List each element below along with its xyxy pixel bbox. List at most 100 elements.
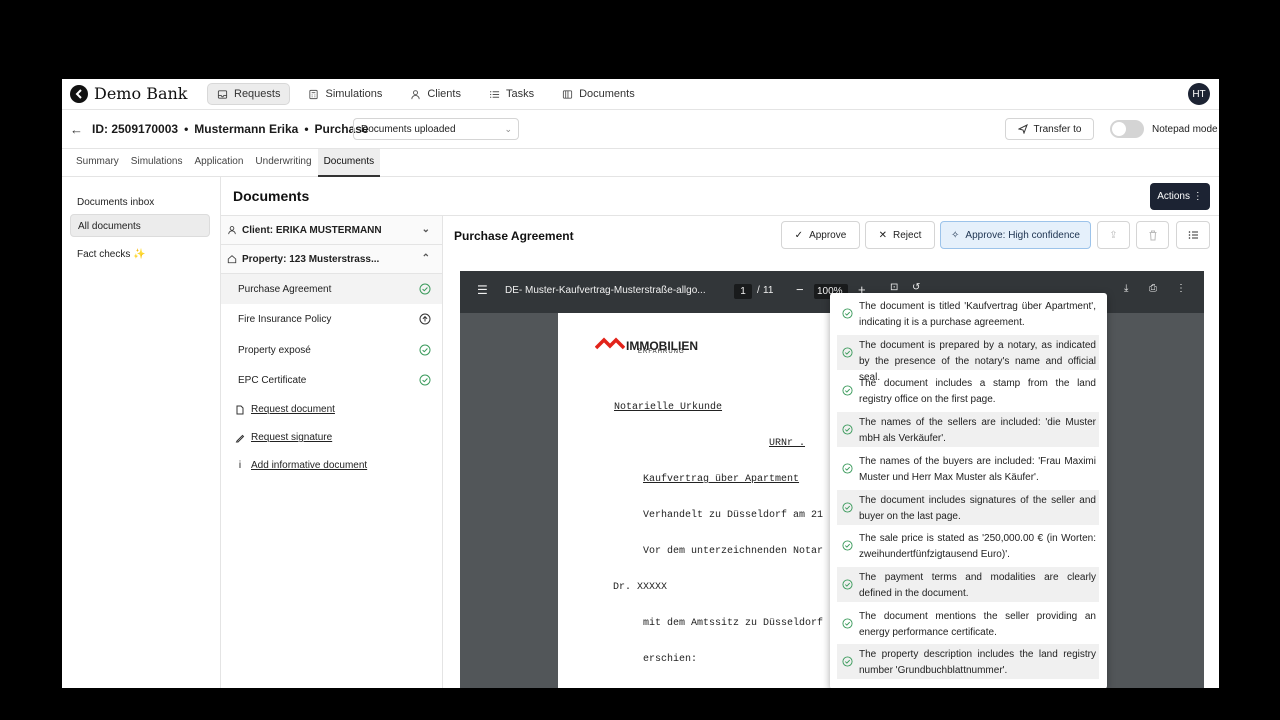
doc-row-epc-certificate[interactable]: EPC Certificate (221, 365, 442, 395)
doc-row-property-expose[interactable]: Property exposé (221, 335, 442, 365)
fact-check-item: The document is titled 'Kaufvertrag über… (837, 296, 1099, 331)
fit-page-icon[interactable]: ⊡ (890, 282, 898, 293)
logo-icon (70, 84, 88, 103)
fact-check-item: The names of the buyers are included: 'F… (837, 451, 1099, 486)
doc-row-fire-insurance[interactable]: Fire Insurance Policy (221, 304, 442, 334)
doc-name: Property exposé (238, 344, 311, 356)
upload-circle-icon (419, 313, 431, 325)
more-icon[interactable]: ⋮ (1176, 283, 1186, 294)
upload-button[interactable]: ⇪ (1097, 221, 1130, 249)
check-circle-icon (842, 385, 853, 396)
delete-button[interactable] (1136, 221, 1169, 249)
fact-check-item: The payment terms and modalities are cle… (837, 566, 1099, 602)
fact-check-item: The names of the sellers are included: '… (837, 412, 1099, 448)
fact-check-item: The document mentions the seller providi… (837, 606, 1099, 641)
property-group-row[interactable]: Property: 123 Musterstrass... ⌃ (221, 245, 442, 274)
pdf-page: IMMOBILIEN ERFAHRUNG Notarielle Urkunde … (558, 313, 858, 688)
back-arrow-icon[interactable]: ← (70, 122, 83, 137)
inbox-icon (217, 89, 228, 99)
check-icon: ✓ (794, 229, 804, 241)
tab-summary[interactable]: Summary (70, 149, 125, 177)
separator: • (184, 122, 189, 136)
tab-underwriting[interactable]: Underwriting (249, 149, 317, 177)
approve-high-confidence-button[interactable]: ✧ Approve: High confidence (940, 221, 1091, 249)
upload-icon: ⇪ (1109, 229, 1118, 241)
fact-check-item: The document includes signatures of the … (837, 489, 1099, 525)
notepad-toggle[interactable] (1110, 120, 1144, 138)
rotate-icon[interactable]: ↺ (912, 282, 920, 293)
tab-application[interactable]: Application (189, 149, 250, 177)
check-circle-icon (842, 347, 853, 358)
separator: • (304, 122, 309, 136)
request-header: ← ID: 2509170003 • Mustermann Erika • Pu… (62, 110, 1219, 149)
tab-documents[interactable]: Documents (317, 149, 381, 177)
check-circle-icon (842, 424, 853, 435)
fact-check-text: The sale price is stated as '250,000.00 … (859, 533, 1096, 561)
page-number-input[interactable]: 1 (734, 284, 752, 299)
trash-icon (1149, 230, 1156, 240)
print-icon[interactable]: ⎙ (1149, 283, 1157, 294)
transfer-button[interactable]: Transfer to (1005, 118, 1094, 140)
nav-clients[interactable]: Clients (400, 83, 471, 105)
nav-simulations[interactable]: Simulations (298, 83, 392, 105)
pdf-line: mit dem Amtssitz zu Düsseldorf (643, 618, 824, 629)
check-circle-icon (842, 656, 853, 667)
approve-hc-label: Approve: High confidence (965, 229, 1080, 241)
status-select[interactable]: Documents uploaded ⌄ (353, 118, 519, 140)
approve-button[interactable]: ✓ Approve (781, 221, 860, 249)
user-icon (228, 226, 236, 235)
brand-logo[interactable]: Demo Bank (70, 84, 187, 103)
request-signature-link[interactable]: Request signature (235, 432, 332, 443)
doc-name: EPC Certificate (238, 374, 307, 386)
nav-tasks[interactable]: Tasks (479, 83, 544, 105)
doc-row-purchase-agreement[interactable]: Purchase Agreement (221, 274, 442, 304)
fact-check-text: The document mentions the seller providi… (859, 610, 1096, 638)
zoom-out-icon[interactable]: − (796, 282, 804, 297)
tab-simulations[interactable]: Simulations (125, 149, 189, 177)
check-circle-icon (842, 463, 853, 474)
page-total: 11 (763, 285, 774, 296)
check-circle-icon (842, 540, 853, 551)
request-document-link[interactable]: Request document (235, 404, 335, 415)
checklist-button[interactable] (1176, 221, 1210, 249)
top-navigation: Demo Bank Requests Simulations Clients T… (62, 79, 1219, 110)
fact-check-item: The property description includes the la… (837, 644, 1099, 680)
fact-checks-popover: The document is titled 'Kaufvertrag über… (830, 293, 1107, 688)
nav-requests[interactable]: Requests (207, 83, 291, 105)
check-circle-icon (419, 344, 431, 356)
nav-label: Simulations (325, 88, 383, 100)
fact-check-text: The document includes signatures of the … (859, 494, 1096, 522)
chevron-up-icon: ⌃ (421, 253, 430, 264)
check-circle-icon (419, 374, 431, 386)
document-icon (236, 405, 244, 414)
fact-check-item: The sale price is stated as '250,000.00 … (837, 528, 1099, 563)
user-avatar[interactable]: HT (1188, 83, 1210, 105)
folder-icon (563, 89, 573, 99)
check-circle-icon (842, 308, 853, 319)
chevron-down-icon: ⌄ (504, 124, 512, 134)
actions-button[interactable]: Actions ⋮ (1150, 183, 1210, 210)
transfer-label: Transfer to (1033, 123, 1082, 135)
app-window: Demo Bank Requests Simulations Clients T… (62, 79, 1219, 688)
pdf-line: Verhandelt zu Düsseldorf am 21 (643, 510, 824, 521)
sidebar-item-inbox[interactable]: Documents inbox (70, 191, 210, 214)
page-title: Documents (233, 188, 310, 204)
sidebar-item-fact-checks[interactable]: Fact checks ✨ (70, 243, 210, 266)
add-informative-document-link[interactable]: i Add informative document (235, 460, 367, 471)
check-circle-icon (842, 501, 853, 513)
nav-documents[interactable]: Documents (552, 83, 645, 105)
pdf-line: Dr. XXXXX (613, 582, 668, 593)
notepad-label: Notepad mode (1152, 124, 1218, 135)
link-label: Request signature (251, 432, 333, 443)
check-circle-icon (419, 283, 431, 295)
client-name: Mustermann Erika (194, 122, 299, 136)
sidebar-item-all-documents[interactable]: All documents (70, 214, 210, 237)
property-group-label: Property: 123 Musterstrass... (242, 253, 380, 265)
nav-label: Documents (579, 88, 635, 100)
fact-check-text: The payment terms and modalities are cle… (859, 571, 1096, 599)
client-group-row[interactable]: Client: ERIKA MUSTERMANN ⌄ (221, 216, 442, 245)
menu-icon[interactable]: ☰ (477, 283, 488, 297)
pdf-filename: DE- Muster-Kaufvertrag-Musterstraße-allg… (505, 285, 706, 296)
reject-button[interactable]: ✕ Reject (865, 221, 935, 249)
download-icon[interactable]: ⤓ (1124, 283, 1128, 294)
